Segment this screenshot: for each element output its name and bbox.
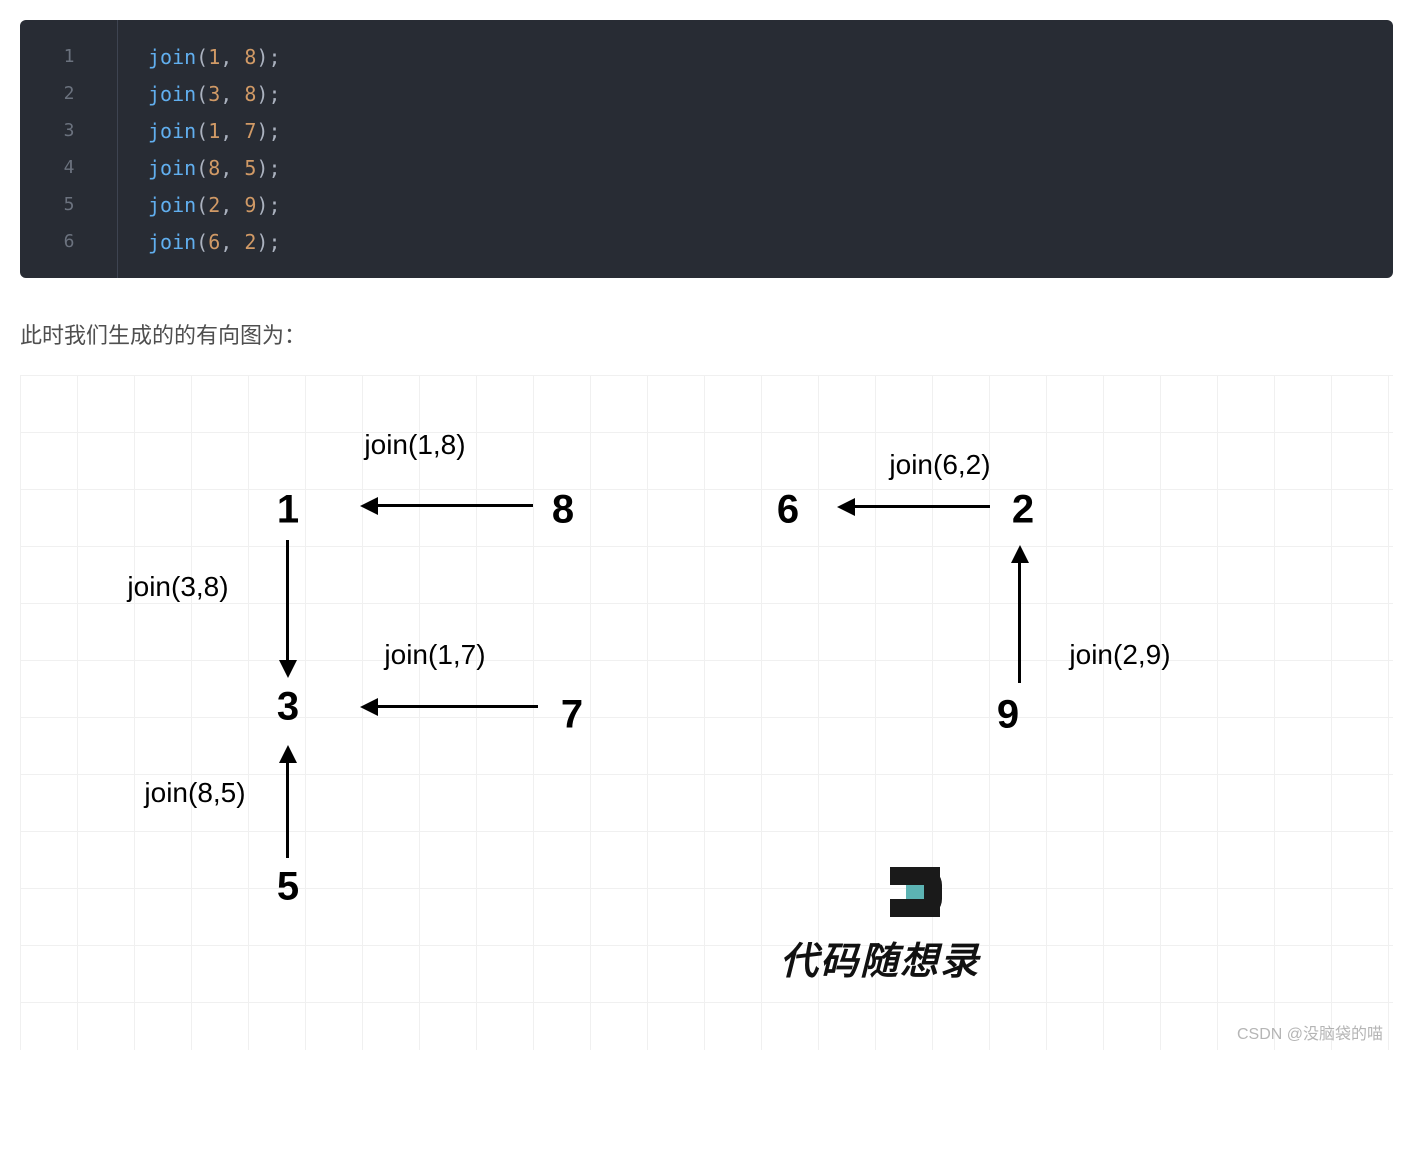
arrowhead-icon [360,497,378,515]
arrow-7-to-3 [378,705,538,708]
code-line: 4 join(8, 5); [20,149,1393,186]
arrowhead-icon [360,698,378,716]
label-join-8-5: join(8,5) [144,777,245,809]
node-5: 5 [277,865,299,910]
paragraph-text: 此时我们生成的的有向图为： [20,318,1393,350]
brand-text: 代码随想录 [780,930,980,985]
arrowhead-icon [1011,545,1029,563]
arrowhead-icon [837,498,855,516]
node-2: 2 [1012,488,1034,533]
label-join-1-8: join(1,8) [364,429,465,461]
label-join-3-8: join(3,8) [127,571,228,603]
node-6: 6 [777,488,799,533]
label-join-1-7: join(1,7) [384,639,485,671]
arrow-1-to-3 [286,540,289,660]
node-7: 7 [561,693,583,738]
diagram: 1 8 3 7 5 6 2 9 join(1,8) join(3,8) join… [20,375,1393,1050]
brand-logo-icon [890,867,960,917]
code-content: join(6, 2); [118,230,281,254]
code-content: join(1, 8); [118,45,281,69]
code-block: 1 join(1, 8); 2 join(3, 8); 3 join(1, 7)… [20,20,1393,278]
code-line: 6 join(6, 2); [20,223,1393,260]
code-line: 3 join(1, 7); [20,112,1393,149]
node-9: 9 [997,693,1019,738]
code-content: join(8, 5); [118,156,281,180]
code-line: 5 join(2, 9); [20,186,1393,223]
arrow-9-to-2 [1018,563,1021,683]
code-gutter [20,20,118,278]
code-line: 1 join(1, 8); [20,38,1393,75]
label-join-2-9: join(2,9) [1069,639,1170,671]
arrowhead-icon [279,660,297,678]
arrow-8-to-1 [378,504,533,507]
arrow-5-to-3 [286,763,289,858]
code-line: 2 join(3, 8); [20,75,1393,112]
code-content: join(2, 9); [118,193,281,217]
code-content: join(1, 7); [118,119,281,143]
watermark-text: CSDN @没脑袋的喵 [1237,1020,1383,1044]
node-3: 3 [277,685,299,730]
arrowhead-icon [279,745,297,763]
label-join-6-2: join(6,2) [889,449,990,481]
node-8: 8 [552,488,574,533]
node-1: 1 [277,488,299,533]
code-content: join(3, 8); [118,82,281,106]
arrow-2-to-6 [855,505,990,508]
